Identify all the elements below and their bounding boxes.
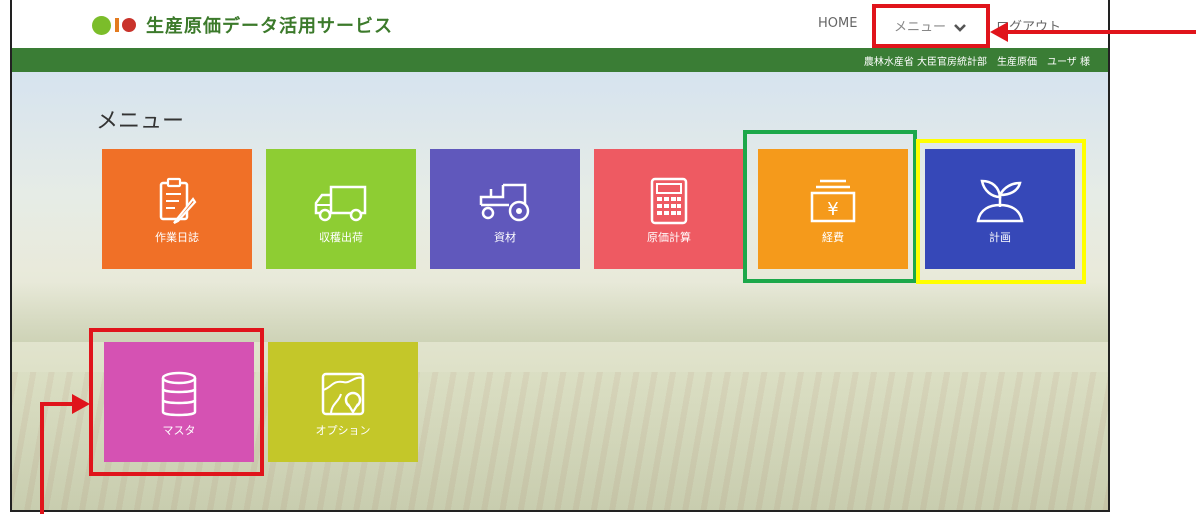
tile-work-diary[interactable]: 作業日誌 — [102, 149, 252, 269]
truck-icon — [314, 185, 367, 222]
logo-green-dot-icon — [92, 15, 111, 35]
arrow-head-master — [72, 394, 90, 414]
page-title: メニュー — [96, 109, 185, 134]
logo-bar-icon — [115, 18, 119, 32]
arrow-to-master-vertical — [40, 402, 44, 514]
arrow-to-master-horizontal — [40, 402, 74, 406]
arrow-head-menu — [990, 22, 1008, 42]
user-info-bar: 農林水産省 大臣官房統計部 生産原価 ユーザ 様 — [12, 48, 1108, 72]
tractor-icon — [479, 183, 530, 222]
highlight-box-master — [89, 328, 264, 476]
nav-home-link[interactable]: HOME — [818, 16, 857, 31]
user-info-text: 農林水産省 大臣官房統計部 生産原価 ユーザ 様 — [863, 57, 1090, 68]
highlight-box-plan — [916, 139, 1086, 284]
tile-harvest-shipping[interactable]: 収穫出荷 — [266, 149, 416, 269]
map-pin-icon — [321, 372, 365, 416]
tile-label: 作業日誌 — [155, 231, 199, 244]
tile-label: 原価計算 — [647, 231, 691, 244]
tile-label: 資材 — [494, 231, 516, 244]
calculator-icon — [650, 177, 688, 225]
app-title: 生産原価データ活用サービス — [146, 16, 393, 37]
highlight-box-menu — [872, 4, 990, 48]
logo-red-dot-icon — [122, 18, 136, 32]
tile-cost-calculation[interactable]: 原価計算 — [594, 149, 744, 269]
highlight-box-expenses — [743, 130, 917, 283]
tile-label: 収穫出荷 — [319, 231, 363, 244]
tile-options[interactable]: オプション — [268, 342, 418, 462]
tile-materials[interactable]: 資材 — [430, 149, 580, 269]
clipboard-pen-icon — [159, 177, 197, 224]
arrow-to-menu — [1006, 30, 1196, 34]
tile-label: オプション — [315, 424, 371, 437]
app-logo[interactable]: 生産原価データ活用サービス — [92, 14, 393, 37]
